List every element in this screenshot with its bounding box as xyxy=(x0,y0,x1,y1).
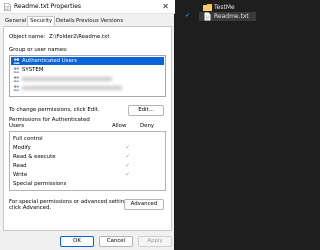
apply-button[interactable]: Apply xyxy=(138,236,172,247)
selected-check-icon[interactable]: ✓ xyxy=(185,13,191,19)
text-file-icon xyxy=(204,12,211,21)
ok-button[interactable]: OK xyxy=(60,236,94,247)
explorer-item-testme[interactable]: TestMe xyxy=(199,3,256,12)
tab-general[interactable]: General xyxy=(4,17,27,26)
list-item-authenticated-users[interactable]: Authenticated Users xyxy=(11,57,164,65)
properties-dialog: Readme.txt Properties ✕ General Security… xyxy=(0,0,175,250)
users-group-icon xyxy=(13,85,20,91)
allow-check-icon: ✓ xyxy=(125,153,131,160)
permission-row-read-execute: Read & execute ✓ xyxy=(13,153,163,161)
permission-row-write: Write ✓ xyxy=(13,171,163,179)
tab-security[interactable]: Security xyxy=(27,16,56,26)
object-name-label: Object name: xyxy=(9,34,46,40)
permissions-for-label-line2: Users xyxy=(9,123,25,129)
permission-name: Full control xyxy=(13,136,43,142)
close-button[interactable]: ✕ xyxy=(162,2,169,12)
permission-name: Read xyxy=(13,163,27,169)
redacted-user-name xyxy=(22,77,112,81)
change-permissions-text: To change permissions, click Edit. xyxy=(9,107,100,113)
list-item-redacted-user[interactable] xyxy=(11,84,164,92)
allow-check-icon: ✓ xyxy=(125,162,131,169)
cancel-button[interactable]: Cancel xyxy=(99,236,133,247)
group-or-user-names-label: Group or user names: xyxy=(9,47,68,53)
permission-row-read: Read ✓ xyxy=(13,162,163,170)
advanced-button[interactable]: Advanced xyxy=(124,199,164,210)
explorer-item-name: Readme.txt xyxy=(214,13,249,20)
folder-icon xyxy=(203,4,212,11)
window-title: Readme.txt Properties xyxy=(14,3,82,10)
list-item-redacted-user[interactable] xyxy=(11,75,164,83)
permission-row-modify: Modify ✓ xyxy=(13,144,163,152)
list-item-system[interactable]: SYSTEM xyxy=(11,66,164,74)
explorer-item-name: TestMe xyxy=(214,4,235,11)
users-group-icon xyxy=(13,67,20,73)
users-group-icon xyxy=(13,76,20,82)
tab-details[interactable]: Details xyxy=(55,17,76,26)
permission-row-full-control: Full control xyxy=(13,135,163,143)
user-name: SYSTEM xyxy=(22,67,44,73)
deny-column-header: Deny xyxy=(140,123,155,129)
permission-name: Special permissions xyxy=(13,181,67,187)
object-name-value: Z:\Folder2\Readme.txt xyxy=(49,34,110,40)
permissions-table: Full control Modify ✓ Read & execute ✓ R… xyxy=(9,131,166,191)
user-name: Authenticated Users xyxy=(22,58,77,64)
allow-column-header: Allow xyxy=(112,123,127,129)
edit-button[interactable]: Edit... xyxy=(128,105,164,116)
redacted-user-name xyxy=(22,86,122,90)
allow-check-icon: ✓ xyxy=(125,144,131,151)
advanced-settings-text-line2: click Advanced. xyxy=(9,205,52,211)
users-group-icon xyxy=(13,58,20,64)
permission-name: Read & execute xyxy=(13,154,56,160)
permission-name: Write xyxy=(13,172,28,178)
tab-previous-versions[interactable]: Previous Versions xyxy=(75,17,124,26)
permission-row-special: Special permissions xyxy=(13,180,163,188)
text-file-icon xyxy=(4,3,11,11)
user-list[interactable]: Authenticated Users SYSTEM xyxy=(9,55,166,97)
allow-check-icon: ✓ xyxy=(125,171,131,178)
permission-name: Modify xyxy=(13,145,31,151)
title-bar[interactable]: Readme.txt Properties ✕ xyxy=(0,0,175,14)
explorer-item-readme[interactable]: Readme.txt xyxy=(199,12,256,21)
